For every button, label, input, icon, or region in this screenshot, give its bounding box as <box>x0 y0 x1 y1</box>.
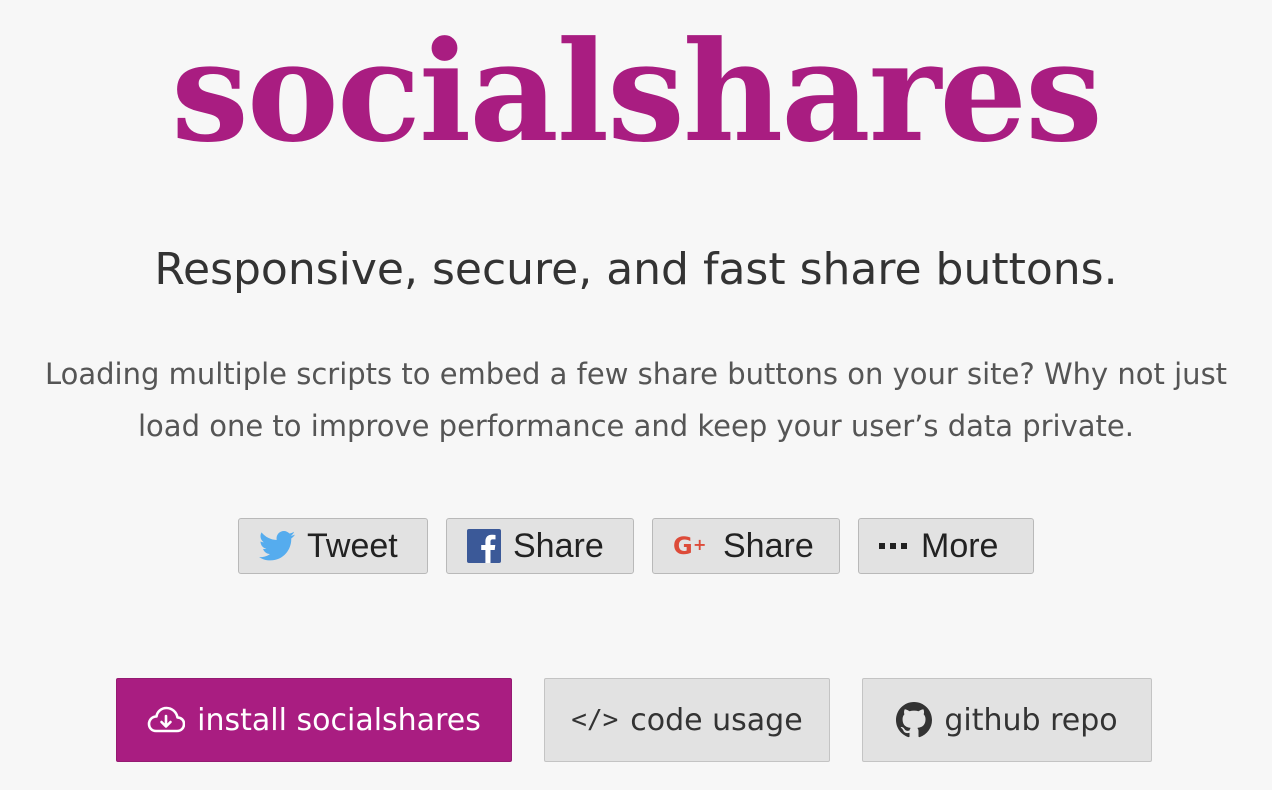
code-brackets-icon: </> <box>571 705 619 735</box>
description: Loading multiple scripts to embed a few … <box>44 357 1228 443</box>
install-label: install socialshares <box>197 702 481 738</box>
install-button[interactable]: install socialshares <box>116 678 512 762</box>
tweet-button[interactable]: Tweet <box>238 518 428 574</box>
github-octocat-icon <box>896 702 933 738</box>
facebook-share-label: Share <box>513 526 604 565</box>
more-label: More <box>921 526 999 565</box>
tagline: Responsive, secure, and fast share butto… <box>154 244 1118 295</box>
github-repo-label: github repo <box>944 702 1118 738</box>
more-share-button[interactable]: More <box>858 518 1034 574</box>
logo: socialshares <box>171 10 1103 173</box>
facebook-f-icon <box>467 529 501 563</box>
svg-text:+: + <box>693 535 706 554</box>
action-buttons-row: install socialshares </> code usage gith… <box>0 678 1272 762</box>
tweet-label: Tweet <box>307 526 398 565</box>
share-buttons-row: Tweet Share G + Share More <box>0 518 1272 574</box>
google-plus-share-button[interactable]: G + Share <box>652 518 840 574</box>
ellipsis-icon <box>879 541 909 551</box>
svg-text:G: G <box>673 532 693 560</box>
code-usage-label: code usage <box>630 702 803 738</box>
cloud-download-icon <box>147 705 186 735</box>
code-usage-button[interactable]: </> code usage <box>544 678 830 762</box>
google-plus-share-label: Share <box>723 526 814 565</box>
facebook-share-button[interactable]: Share <box>446 518 634 574</box>
github-repo-button[interactable]: github repo <box>862 678 1152 762</box>
twitter-bird-icon <box>259 531 295 561</box>
google-plus-icon: G + <box>673 532 711 560</box>
